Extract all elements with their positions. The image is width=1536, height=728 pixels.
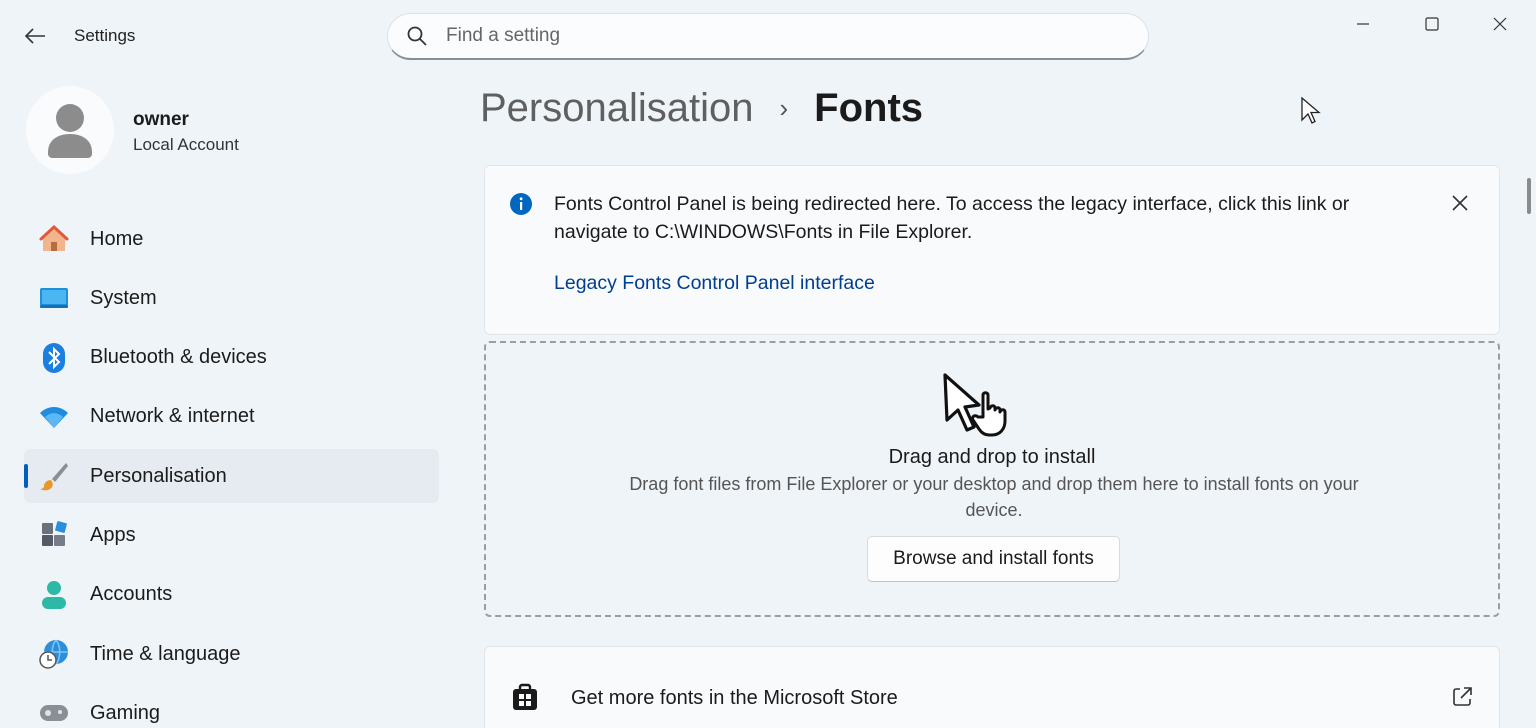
app-title: Settings: [74, 26, 136, 45]
sidebar-item-label: Bluetooth & devices: [90, 346, 267, 369]
close-icon: [1452, 195, 1468, 211]
search-input[interactable]: [446, 25, 1086, 47]
breadcrumb-parent[interactable]: Personalisation: [480, 86, 754, 131]
user-name: owner: [133, 109, 189, 130]
sidebar-item-label: Home: [90, 227, 144, 250]
sidebar-item-label: Accounts: [90, 583, 173, 606]
close-window-button[interactable]: [1477, 10, 1523, 38]
page-title: Fonts: [814, 86, 924, 130]
account-type: Local Account: [133, 135, 239, 154]
sidebar-item-personalisation[interactable]: Personalisation: [24, 449, 439, 504]
arrow-left-icon: [24, 28, 45, 44]
sidebar-item-network[interactable]: Network & internet: [24, 390, 439, 444]
gamepad-icon: [38, 697, 70, 728]
close-icon: [1493, 17, 1507, 31]
dismiss-banner-button[interactable]: [1445, 188, 1475, 218]
sidebar-item-label: Personalisation: [90, 464, 227, 487]
system-icon: [38, 282, 70, 314]
minimize-button[interactable]: [1340, 10, 1386, 38]
apps-icon: [38, 519, 70, 551]
user-silhouette-icon: [48, 104, 92, 158]
globe-clock-icon: [38, 638, 70, 670]
sidebar-item-label: Network & internet: [90, 405, 255, 428]
external-link-icon: [1453, 687, 1472, 706]
paintbrush-icon: [38, 460, 70, 492]
drop-zone-title: Drag and drop to install: [888, 446, 1096, 468]
back-button[interactable]: [20, 22, 50, 50]
sidebar-item-label: Apps: [90, 523, 136, 546]
sidebar-item-system[interactable]: System: [24, 271, 439, 325]
sidebar-item-label: System: [90, 286, 157, 309]
maximize-icon: [1425, 17, 1439, 31]
sidebar-item-apps[interactable]: Apps: [24, 508, 439, 562]
microsoft-store-link[interactable]: Get more fonts in the Microsoft Store: [484, 646, 1500, 728]
font-drop-zone[interactable]: Drag and drop to install Drag font files…: [484, 341, 1500, 617]
drag-hand-icon: [943, 373, 1007, 437]
search-icon: [407, 26, 427, 46]
sidebar-item-time-language[interactable]: Time & language: [24, 627, 439, 681]
maximize-button[interactable]: [1409, 10, 1455, 38]
sidebar-nav: Home System Bluetooth & devices Network …: [24, 212, 439, 728]
legacy-fonts-link[interactable]: Legacy Fonts Control Panel interface: [554, 272, 875, 295]
scrollbar-thumb[interactable]: [1527, 178, 1531, 214]
search-box[interactable]: [387, 13, 1149, 60]
breadcrumb: Personalisation › Fonts: [480, 86, 923, 131]
sidebar-item-gaming[interactable]: Gaming: [24, 686, 439, 728]
info-banner-message: Fonts Control Panel is being redirected …: [554, 193, 1350, 243]
avatar[interactable]: [26, 86, 114, 174]
info-icon: [510, 193, 532, 215]
store-icon: [513, 683, 537, 710]
sidebar-item-accounts[interactable]: Accounts: [24, 568, 439, 622]
drop-zone-description: Drag font files from File Explorer or yo…: [629, 474, 1359, 520]
store-link-label: Get more fonts in the Microsoft Store: [571, 687, 898, 709]
minimize-icon: [1357, 23, 1369, 25]
sidebar-item-bluetooth[interactable]: Bluetooth & devices: [24, 331, 439, 385]
info-banner: Fonts Control Panel is being redirected …: [484, 165, 1500, 335]
mouse-cursor-icon: [1301, 96, 1321, 124]
sidebar-item-home[interactable]: Home: [24, 212, 439, 266]
wifi-icon: [38, 401, 70, 433]
bluetooth-icon: [38, 342, 70, 374]
accounts-icon: [38, 579, 70, 611]
sidebar-item-label: Time & language: [90, 642, 241, 665]
chevron-right-icon: ›: [779, 93, 789, 123]
home-icon: [38, 223, 70, 255]
browse-install-fonts-button[interactable]: Browse and install fonts: [867, 536, 1120, 582]
sidebar-item-label: Gaming: [90, 701, 161, 724]
